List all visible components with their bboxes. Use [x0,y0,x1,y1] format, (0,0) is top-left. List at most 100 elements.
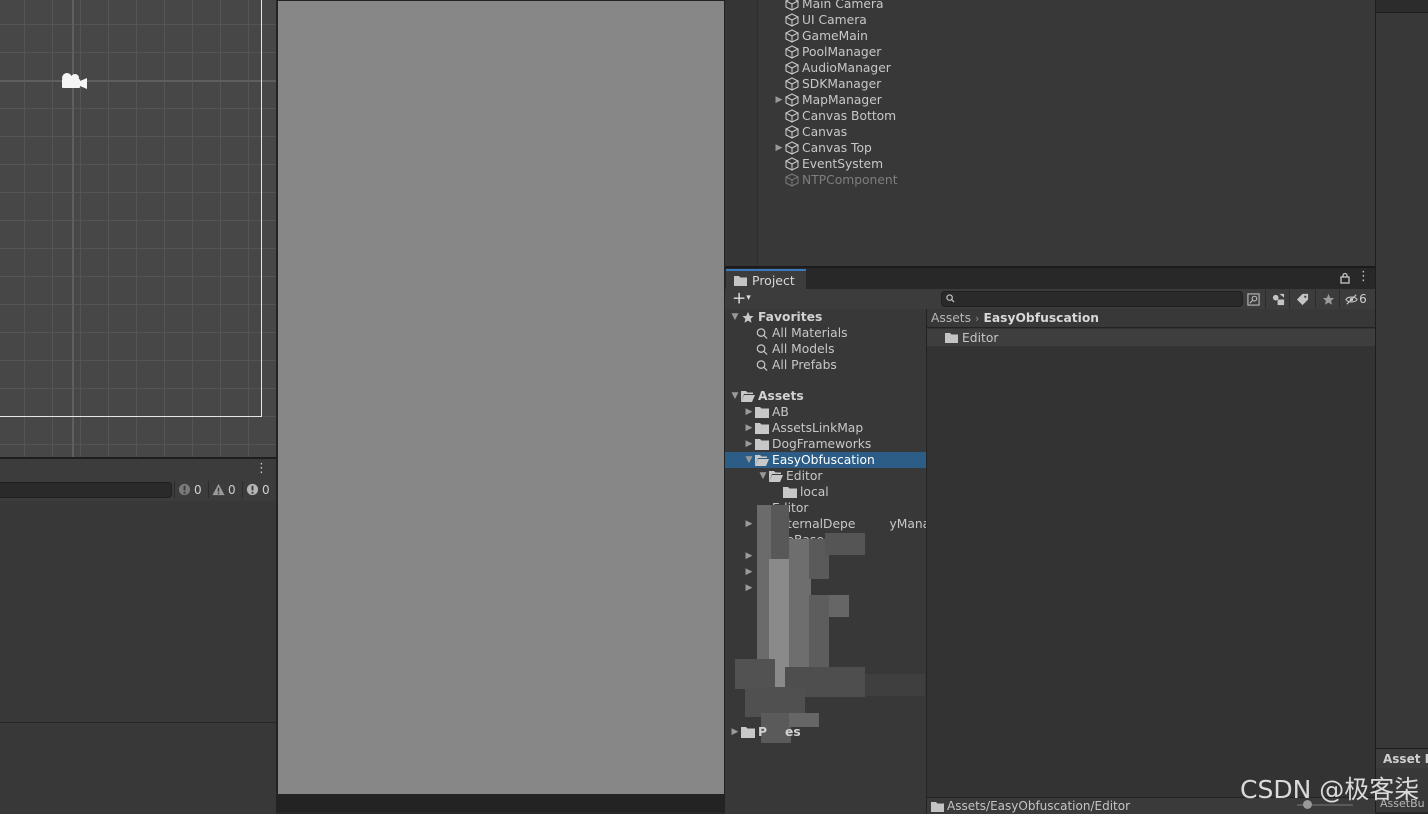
hierarchy-item[interactable]: ▶ MapManager [773,92,898,108]
hierarchy-item[interactable]: AudioManager [773,60,898,76]
hierarchy-item[interactable]: NTPComponent [773,172,898,188]
tree-folder-editor[interactable]: ▼ Editor [725,468,926,484]
hierarchy-item[interactable]: Main Camera [773,0,898,12]
console-log-list[interactable] [0,501,276,723]
favorites-item[interactable]: All Models [725,341,926,357]
search-icon [946,294,955,303]
expand-right-icon[interactable]: ▶ [743,548,755,564]
expand-right-icon[interactable]: ▶ [773,140,785,156]
tree-folder-easyobfuscation[interactable]: ▼ EasyObfuscation [725,452,926,468]
warning-count: 0 [228,482,236,497]
gameobject-cube-icon [785,157,799,171]
favorites-label: Favorites [758,310,823,324]
hierarchy-item-label: SDKManager [802,77,882,91]
tree-item-label: AB [772,405,789,419]
search-icon [756,327,768,339]
project-content-pane[interactable]: Assets › EasyObfuscation Editor [927,309,1375,797]
search-in-scene-button[interactable] [1241,290,1265,308]
hierarchy-item[interactable]: Canvas Bottom [773,108,898,124]
warning-count-toggle[interactable]: 0 [208,481,239,498]
folder-open-icon [769,470,783,482]
hierarchy-item[interactable]: ▶ Canvas Top [773,140,898,156]
tab-project-label: Project [752,272,795,288]
expand-down-icon[interactable]: ▼ [743,452,755,468]
error-icon [246,483,259,496]
hidden-packages-toggle[interactable]: 6 [1339,290,1372,308]
hierarchy-item[interactable]: Canvas [773,124,898,140]
expand-right-icon[interactable]: ▶ [743,564,755,580]
error-count-toggle[interactable]: 0 [242,481,273,498]
asset-labels-header: Asset L [1376,748,1428,768]
gameobject-cube-icon [785,61,799,75]
gameobject-cube-icon [785,141,799,155]
scene-view[interactable] [0,0,276,457]
assets-root-node[interactable]: ▼ Assets [725,388,926,404]
camera-gizmo-icon[interactable] [58,70,88,92]
expand-right-icon[interactable]: ▶ [743,516,755,532]
project-search-input[interactable] [941,291,1243,307]
console-menu-icon[interactable]: ⋮ [255,461,268,477]
tab-project[interactable]: Project [726,269,806,289]
content-item-editor[interactable]: Editor [927,329,1375,346]
project-menu-icon[interactable]: ⋮ [1357,269,1370,284]
gameobject-cube-icon [785,0,799,11]
favorites-filter-button[interactable] [1315,290,1340,308]
status-path: Assets/EasyObfuscation/Editor [947,799,1131,813]
favorites-item[interactable]: All Materials [725,325,926,341]
redaction-block [829,595,849,617]
game-view-canvas[interactable] [278,1,724,794]
watermark: CSDN @极客柒 [1240,775,1420,804]
favorites-node[interactable]: ▼ Favorites [725,309,926,325]
tree-folder-editor[interactable]: Editor [725,500,926,516]
packages-label: P [758,725,768,739]
tree-folder-dogframeworks[interactable]: ▶ DogFrameworks [725,436,926,452]
expand-right-icon[interactable]: ▶ [773,92,785,108]
expand-down-icon[interactable]: ▼ [729,309,741,325]
filter-by-label-button[interactable] [1289,290,1314,308]
hierarchy-item[interactable]: PoolManager [773,44,898,60]
filter-by-type-button[interactable] [1265,290,1290,308]
tree-folder-externaldepe[interactable]: ▶ExternalDepeyManag [725,516,926,532]
favorites-item[interactable]: All Prefabs [725,357,926,373]
tree-item-label: DogFrameworks [772,437,872,451]
eye-slash-icon [1345,293,1358,305]
folder-icon [755,406,769,418]
console-divider[interactable] [0,722,276,723]
create-button[interactable]: +▾ [732,290,751,308]
expand-down-icon[interactable]: ▼ [757,468,769,484]
console-search-input[interactable] [0,482,172,498]
gameobject-cube-icon [785,125,799,139]
gameobject-cube-icon [785,93,799,107]
tree-folder-local[interactable]: local [725,484,926,500]
console-header: ⋮ [0,459,276,479]
expand-right-icon[interactable]: ▶ [743,404,755,420]
hierarchy-item[interactable]: GameMain [773,28,898,44]
breadcrumb-current[interactable]: EasyObfuscation [983,311,1099,325]
star-icon [742,311,754,323]
redaction-block [825,533,865,555]
hierarchy-item-label: Canvas Bottom [802,109,897,123]
hierarchy-item[interactable]: SDKManager [773,76,898,92]
lock-icon[interactable] [1339,272,1351,284]
hierarchy-item-label: GameMain [802,29,868,43]
folder-icon [945,333,958,343]
folder-icon [734,275,747,286]
expand-right-icon[interactable]: ▶ [743,580,755,596]
hierarchy-item[interactable]: EventSystem [773,156,898,172]
hierarchy-item[interactable]: UI Camera [773,12,898,28]
expand-down-icon[interactable]: ▼ [729,388,741,404]
expand-right-icon[interactable]: ▶ [743,436,755,452]
tree-folder-ab[interactable]: ▶ AB [725,404,926,420]
info-count-toggle[interactable]: 0 [174,481,205,498]
hierarchy-gutter [725,0,758,266]
gameobject-cube-icon [785,13,799,27]
breadcrumb-root[interactable]: Assets [931,311,971,325]
inspector-strip-header [1376,0,1428,13]
expand-right-icon[interactable]: ▶ [729,724,741,740]
expand-right-icon[interactable]: ▶ [743,420,755,436]
filter-type-icon [1272,293,1284,305]
assets-root-label: Assets [758,389,804,403]
packages-node[interactable]: ▶ P es [725,724,926,740]
tree-folder-scri[interactable]: ▶Scri [725,580,926,596]
tree-folder-assetslinkmap[interactable]: ▶ AssetsLinkMap [725,420,926,436]
